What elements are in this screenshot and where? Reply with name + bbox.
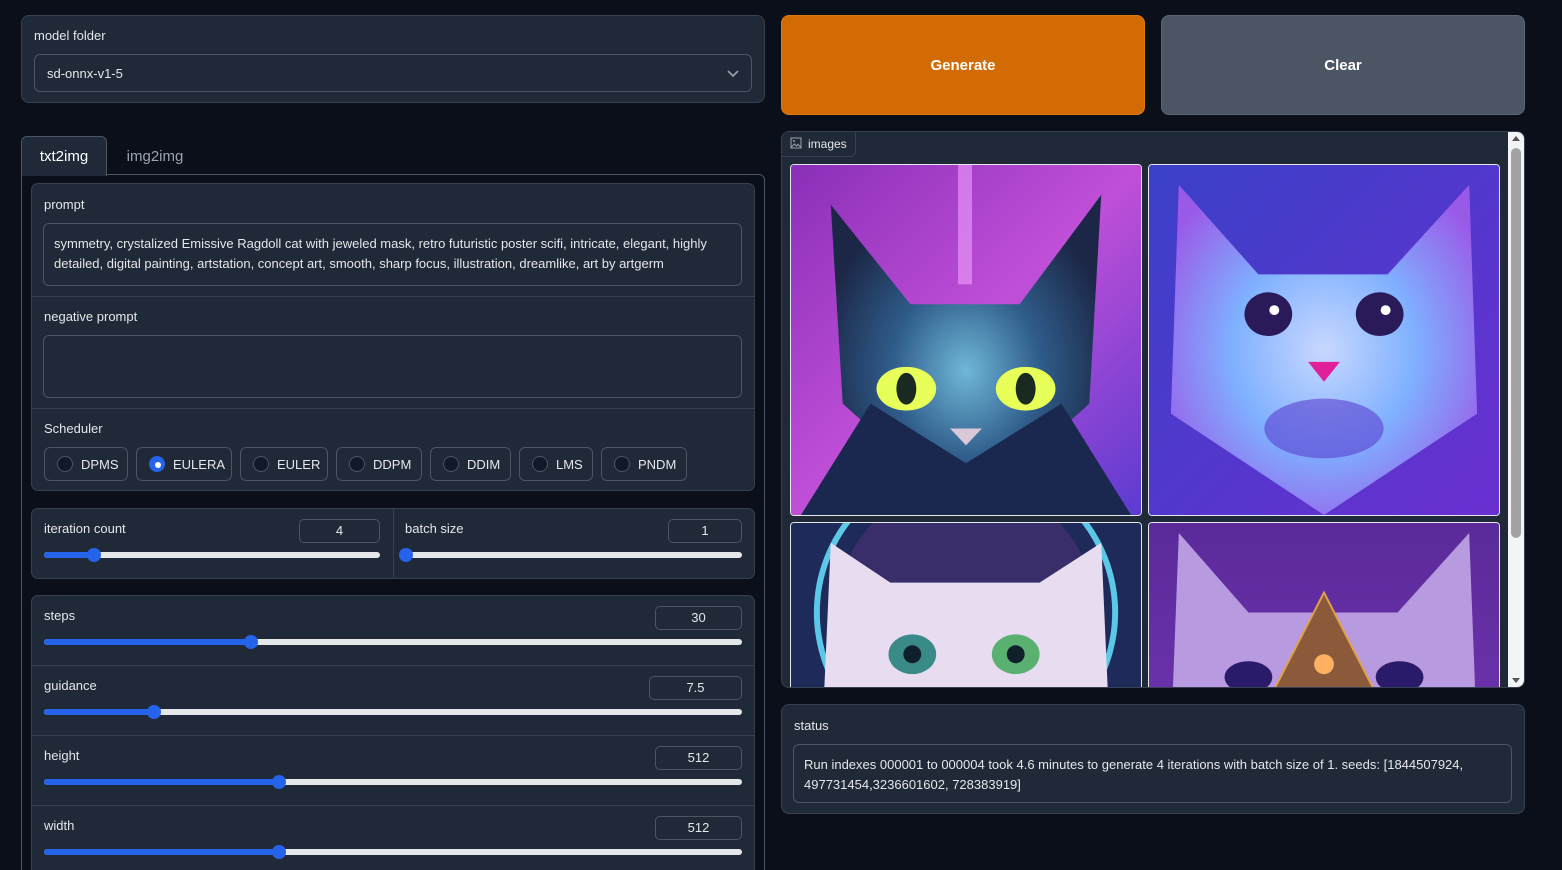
gallery-scrollbar[interactable] [1508,132,1524,687]
white-cat-green-eyes-image [791,523,1141,687]
model-folder-label: model folder [34,28,106,43]
height-label: height [44,748,80,763]
height-input[interactable]: 512 [655,746,742,770]
scrollbar-thumb[interactable] [1511,148,1521,538]
negative-prompt-input[interactable] [43,335,742,398]
generate-button[interactable]: Generate [781,15,1145,115]
txt2img-panel: prompt symmetry, crystalized Emissive Ra… [21,174,765,870]
gallery-image[interactable] [790,522,1142,687]
purple-cat-jeweled-mask-image [1149,523,1499,687]
divider [32,665,754,666]
iteration-count-label: iteration count [44,521,126,536]
slider-thumb[interactable] [146,705,161,719]
width-slider[interactable] [44,845,742,859]
steps-label: steps [44,608,76,623]
scheduler-option-label: DDPM [373,456,412,472]
status-label: status [794,718,829,733]
scheduler-option-ddpm[interactable]: DDPM [336,447,422,481]
tab-img2img[interactable]: img2img [110,136,200,176]
scheduler-option-lms[interactable]: LMS [519,447,593,481]
batch-size-label: batch size [405,521,464,536]
height-slider[interactable] [44,775,742,789]
scheduler-option-label: DDIM [467,456,501,472]
prompt-block: prompt symmetry, crystalized Emissive Ra… [31,183,755,491]
divider [32,805,754,806]
iteration-count-input[interactable]: 4 [299,519,380,543]
model-folder-select[interactable]: sd-onnx-v1-5 [34,54,752,92]
divider [32,735,754,736]
steps-input[interactable]: 30 [655,606,742,630]
model-folder-value: sd-onnx-v1-5 [47,65,123,81]
prompt-input[interactable]: symmetry, crystalized Emissive Ragdoll c… [43,223,742,286]
scheduler-option-label: DPMS [81,456,119,472]
blue-fluffy-cat-purple-eyes-image [1149,165,1499,515]
scheduler-group: Scheduler DPMS EULERA EULER DDPM DDIM LM… [32,409,754,491]
iteration-batch-block: iteration count 4 batch size 1 [31,508,755,579]
scroll-down-arrow-icon[interactable] [1512,678,1520,683]
model-folder-panel: model folder sd-onnx-v1-5 [21,15,765,103]
scheduler-option-dpms[interactable]: DPMS [44,447,128,481]
negative-prompt-label: negative prompt [44,309,138,324]
batch-size-input[interactable]: 1 [668,519,742,543]
status-panel: status Run indexes 000001 to 000004 took… [781,704,1525,814]
status-output[interactable]: Run indexes 000001 to 000004 took 4.6 mi… [793,744,1512,803]
scheduler-label: Scheduler [44,421,103,436]
scheduler-option-eulera[interactable]: EULERA [136,447,232,481]
slider-fill [44,709,154,715]
gallery-image[interactable] [1148,164,1500,516]
batch-size-slider[interactable] [399,548,742,562]
scheduler-option-label: EULERA [173,456,226,472]
guidance-label: guidance [44,678,97,693]
radio-icon [443,456,459,472]
gallery-image[interactable] [790,164,1142,516]
steps-slider[interactable] [44,635,742,649]
gallery-label-chip: images [782,132,856,157]
slider-thumb[interactable] [271,845,286,859]
iteration-count-slider[interactable] [44,548,380,562]
radio-icon [614,456,630,472]
radio-icon [253,456,269,472]
prompt-label: prompt [44,197,85,212]
scheduler-option-pndm[interactable]: PNDM [601,447,687,481]
image-icon [790,137,802,152]
gallery-image[interactable] [1148,522,1500,687]
gallery-panel: images [781,131,1525,688]
slider-thumb[interactable] [271,775,286,789]
scroll-up-arrow-icon[interactable] [1512,136,1520,141]
slider-fill [44,779,279,785]
slider-fill [44,849,279,855]
slider-thumb[interactable] [243,635,258,649]
chevron-down-icon [727,66,739,81]
gallery-label: images [808,137,847,151]
width-label: width [44,818,75,833]
guidance-slider[interactable] [44,705,742,719]
radio-selected-icon [149,456,165,472]
radio-icon [349,456,365,472]
parameters-block: steps 30 guidance 7.5 height 512 width 5… [31,595,755,870]
scheduler-option-label: PNDM [638,456,677,472]
slider-thumb[interactable] [87,548,102,562]
scheduler-option-label: EULER [277,456,321,472]
clear-button[interactable]: Clear [1161,15,1525,115]
width-input[interactable]: 512 [655,816,742,840]
slider-thumb[interactable] [399,548,413,562]
tab-txt2img[interactable]: txt2img [21,136,107,176]
dark-blue-cat-yellow-eyes-image [791,165,1141,515]
scheduler-option-euler[interactable]: EULER [240,447,328,481]
divider [393,509,394,578]
scheduler-option-ddim[interactable]: DDIM [430,447,511,481]
divider [32,296,754,297]
tab-img2img-label: img2img [126,147,184,165]
slider-fill [44,639,251,645]
scheduler-option-label: LMS [556,456,583,472]
radio-icon [532,456,548,472]
tab-txt2img-label: txt2img [39,148,89,165]
guidance-input[interactable]: 7.5 [649,676,742,700]
radio-icon [57,456,73,472]
